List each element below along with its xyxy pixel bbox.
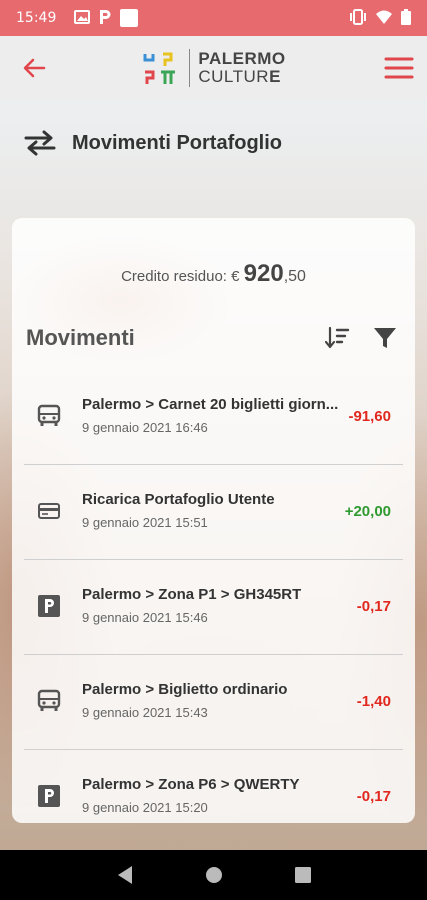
movements-title: Movimenti — [26, 325, 135, 350]
square-recents-icon — [294, 867, 311, 883]
back-button[interactable] — [18, 52, 50, 84]
list-item[interactable]: Palermo > Carnet 20 biglietti giorn... 9… — [24, 370, 403, 465]
hamburger-menu-icon — [384, 57, 414, 79]
item-amount: -1,40 — [356, 693, 391, 710]
item-date: 9 gennaio 2021 15:51 — [82, 515, 208, 530]
nav-home-button[interactable] — [202, 863, 226, 887]
status-time: 15:49 — [16, 10, 57, 26]
status-right — [349, 8, 411, 28]
status-left: 15:49 — [16, 9, 139, 28]
list-item[interactable]: Ricarica Portafoglio Utente 9 gennaio 20… — [24, 465, 403, 560]
bus-icon — [36, 403, 62, 429]
item-amount: -91,60 — [348, 408, 391, 425]
circle-home-icon — [205, 867, 222, 883]
arrow-left-icon — [23, 58, 46, 78]
page-title-text: Movimenti Portafoglio — [72, 131, 282, 154]
nav-recents-button[interactable] — [291, 863, 315, 887]
card-icon — [36, 498, 62, 524]
system-navigation-bar — [0, 850, 427, 900]
menu-button[interactable] — [383, 52, 415, 84]
item-description: Palermo > Carnet 20 biglietti giorn... — [82, 396, 339, 413]
logo-line-2-last: E — [269, 67, 281, 86]
app-bar: PALERMO CULTURE — [0, 36, 427, 100]
parking-notification-icon — [98, 9, 112, 28]
item-date: 9 gennaio 2021 16:46 — [82, 420, 208, 435]
image-notification-icon — [74, 9, 91, 28]
movements-list: Palermo > Carnet 20 biglietti giorn... 9… — [12, 370, 415, 823]
palermo-culture-logo: PALERMO CULTURE — [141, 48, 285, 88]
item-date: 9 gennaio 2021 15:20 — [82, 800, 208, 815]
app-notification-icon — [120, 9, 139, 27]
movements-header: Movimenti — [26, 322, 401, 354]
status-bar: 15:49 — [0, 0, 427, 36]
movements-tools — [323, 324, 401, 352]
vibrate-icon — [349, 8, 367, 28]
sort-icon — [324, 326, 350, 349]
item-amount: -0,17 — [356, 788, 391, 805]
filter-icon — [374, 328, 396, 348]
logo-separator — [189, 49, 191, 87]
item-date: 9 gennaio 2021 15:43 — [82, 705, 208, 720]
main-content: Movimenti Portafoglio Credito residuo: €… — [0, 100, 427, 850]
logo-line-1: PALERMO — [198, 49, 286, 68]
sort-button[interactable] — [323, 324, 351, 352]
credit-integer: 920 — [243, 260, 284, 287]
page-title: Movimenti Portafoglio — [24, 130, 282, 156]
parking-icon — [36, 593, 62, 619]
item-description: Palermo > Zona P1 > GH345RT — [82, 586, 302, 603]
credit-decimal: ,50 — [283, 268, 306, 285]
logo-line-2-main: CULTUR — [198, 67, 270, 86]
bus-icon — [36, 688, 62, 714]
triangle-back-icon — [117, 866, 132, 884]
nav-back-button[interactable] — [113, 863, 137, 887]
credit-label: Credito residuo: € — [121, 268, 244, 285]
list-item[interactable]: Palermo > Zona P1 > GH345RT 9 gennaio 20… — [24, 560, 403, 655]
list-item[interactable]: Palermo > Biglietto ordinario 9 gennaio … — [24, 655, 403, 750]
list-item[interactable]: Palermo > Zona P6 > QWERTY 9 gennaio 202… — [24, 750, 403, 823]
item-date: 9 gennaio 2021 15:46 — [82, 610, 208, 625]
battery-icon — [401, 8, 411, 28]
item-amount: +20,00 — [344, 503, 391, 520]
logo-line-2: CULTURE — [198, 68, 285, 86]
wifi-icon — [375, 9, 393, 28]
credit-balance: Credito residuo: € 920,50 — [12, 260, 415, 288]
item-description: Ricarica Portafoglio Utente — [82, 491, 275, 508]
filter-button[interactable] — [371, 324, 399, 352]
item-amount: -0,17 — [356, 598, 391, 615]
item-description: Palermo > Biglietto ordinario — [82, 681, 288, 698]
parking-icon — [36, 783, 62, 809]
swap-arrows-icon — [24, 130, 56, 156]
wallet-card: Credito residuo: € 920,50 Movimenti Pale… — [12, 218, 415, 823]
item-description: Palermo > Zona P6 > QWERTY — [82, 776, 300, 793]
logo-mark-icon — [143, 52, 176, 84]
logo-text: PALERMO CULTURE — [198, 50, 285, 86]
